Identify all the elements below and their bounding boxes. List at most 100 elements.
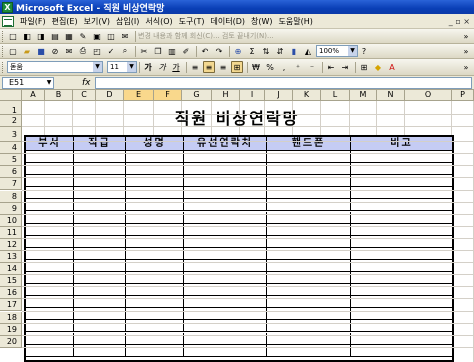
chevron-down-icon[interactable]: ▼ bbox=[93, 62, 102, 72]
row-header[interactable]: 10 bbox=[0, 214, 22, 227]
align-left-icon[interactable]: ≡ bbox=[189, 61, 201, 73]
undo-icon[interactable]: ↶ bbox=[199, 45, 211, 57]
comma-style-icon[interactable]: , bbox=[278, 61, 290, 73]
select-all-corner[interactable] bbox=[0, 90, 22, 101]
align-center-icon[interactable]: ≡ bbox=[203, 61, 215, 73]
column-header[interactable]: M bbox=[350, 90, 377, 101]
toolbar-options-icon[interactable]: » bbox=[460, 45, 472, 57]
percent-icon[interactable]: % bbox=[264, 61, 276, 73]
print-icon[interactable]: ⎙ bbox=[77, 45, 89, 57]
toolbar-grip[interactable] bbox=[2, 30, 5, 42]
column-header[interactable]: C bbox=[73, 90, 96, 101]
fill-color-icon[interactable]: ◆ bbox=[372, 61, 384, 73]
menu-data[interactable]: 데이터(D) bbox=[208, 16, 248, 27]
toolbar-options-icon[interactable]: » bbox=[460, 61, 472, 73]
column-header[interactable]: J bbox=[265, 90, 293, 101]
row-header[interactable]: 9 bbox=[0, 202, 22, 215]
previous-comment-icon[interactable]: ◧ bbox=[21, 30, 33, 42]
sort-descending-icon[interactable]: ⇵ bbox=[274, 45, 286, 57]
table-header-cell[interactable]: 성명 bbox=[126, 137, 184, 151]
format-painter-icon[interactable]: ✐ bbox=[180, 45, 192, 57]
open-icon[interactable]: ▰ bbox=[21, 45, 33, 57]
column-header[interactable]: A bbox=[22, 90, 45, 101]
window-controls[interactable]: _ ▫ × bbox=[449, 17, 474, 26]
chevron-down-icon[interactable]: ▼ bbox=[348, 46, 357, 56]
new-icon[interactable]: ▢ bbox=[7, 45, 19, 57]
column-header[interactable]: D bbox=[96, 90, 124, 101]
chevron-down-icon[interactable]: ▼ bbox=[45, 78, 53, 88]
email-icon[interactable]: ✉ bbox=[63, 45, 75, 57]
function-icon[interactable]: fx bbox=[82, 78, 91, 88]
row-header[interactable]: 12 bbox=[0, 238, 22, 251]
column-header[interactable]: G bbox=[182, 90, 212, 101]
font-color-icon[interactable]: A bbox=[386, 61, 398, 73]
menu-tools[interactable]: 도구(T) bbox=[176, 16, 208, 27]
permission-icon[interactable]: ⊘ bbox=[49, 45, 61, 57]
print-preview-icon[interactable]: ◰ bbox=[91, 45, 103, 57]
merge-center-icon[interactable]: ⊞ bbox=[231, 61, 243, 73]
create-task-icon[interactable]: ▣ bbox=[91, 30, 103, 42]
name-box[interactable]: E51 ▼ bbox=[2, 76, 54, 89]
cut-icon[interactable]: ✂ bbox=[138, 45, 150, 57]
currency-icon[interactable]: ₩ bbox=[250, 61, 262, 73]
delete-comment-icon[interactable]: ✎ bbox=[77, 30, 89, 42]
help-icon[interactable]: ? bbox=[358, 45, 370, 57]
font-size-select[interactable]: 11 ▼ bbox=[107, 61, 137, 73]
table-header-cell[interactable]: 핸드폰 bbox=[267, 137, 351, 151]
toolbar-grip[interactable] bbox=[2, 61, 5, 73]
zoom-select[interactable]: 100% ▼ bbox=[316, 45, 358, 57]
row-header[interactable]: 18 bbox=[0, 311, 22, 324]
decrease-decimal-icon[interactable]: ⁻ bbox=[306, 61, 318, 73]
chevron-down-icon[interactable]: ▼ bbox=[127, 62, 136, 72]
column-header[interactable]: O bbox=[405, 90, 452, 101]
column-header[interactable]: E bbox=[124, 90, 154, 101]
table-header-cell[interactable]: 유선연락처 bbox=[184, 137, 267, 151]
column-header[interactable]: I bbox=[240, 90, 265, 101]
next-comment-icon[interactable]: ◨ bbox=[35, 30, 47, 42]
menu-insert[interactable]: 삽입(I) bbox=[113, 16, 142, 27]
row-header[interactable]: 15 bbox=[0, 275, 22, 288]
italic-button[interactable]: 가 bbox=[156, 61, 168, 73]
increase-indent-icon[interactable]: ⇥ bbox=[339, 61, 351, 73]
row-header[interactable]: 11 bbox=[0, 226, 22, 239]
column-header[interactable]: N bbox=[377, 90, 405, 101]
send-icon[interactable]: ✉ bbox=[119, 30, 131, 42]
toolbar-options-icon[interactable]: » bbox=[460, 30, 472, 42]
row-header[interactable]: 19 bbox=[0, 323, 22, 336]
hyperlink-icon[interactable]: ⊕ bbox=[232, 45, 244, 57]
row-header[interactable]: 17 bbox=[0, 299, 22, 312]
chart-wizard-icon[interactable]: ▮ bbox=[288, 45, 300, 57]
menu-file[interactable]: 파일(F) bbox=[17, 16, 49, 27]
row-header[interactable]: 20 bbox=[0, 335, 22, 348]
table-header-cell[interactable]: 비고 bbox=[351, 137, 452, 151]
bold-button[interactable]: 가 bbox=[142, 61, 154, 73]
row-header[interactable]: 14 bbox=[0, 263, 22, 276]
row-header[interactable]: 8 bbox=[0, 190, 22, 203]
increase-decimal-icon[interactable]: ⁺ bbox=[292, 61, 304, 73]
spelling-icon[interactable]: ✓ bbox=[105, 45, 117, 57]
row-header[interactable]: 3 bbox=[0, 127, 22, 143]
row-header[interactable]: 7 bbox=[0, 178, 22, 191]
drawing-icon[interactable]: ◭ bbox=[302, 45, 314, 57]
sort-ascending-icon[interactable]: ⇅ bbox=[260, 45, 272, 57]
row-header[interactable]: 1 bbox=[0, 101, 22, 115]
menu-help[interactable]: 도움말(H) bbox=[276, 16, 316, 27]
toolbar-grip[interactable] bbox=[2, 45, 5, 57]
table-header-cell[interactable]: 직급 bbox=[74, 137, 126, 151]
row-header[interactable]: 4 bbox=[0, 142, 22, 155]
research-icon[interactable]: ⌕ bbox=[119, 45, 131, 57]
column-header[interactable]: L bbox=[321, 90, 350, 101]
menu-edit[interactable]: 편집(E) bbox=[49, 16, 81, 27]
show-all-comments-icon[interactable]: ▦ bbox=[63, 30, 75, 42]
row-header[interactable]: 2 bbox=[0, 115, 22, 128]
borders-icon[interactable]: ⊞ bbox=[358, 61, 370, 73]
column-header[interactable]: K bbox=[293, 90, 321, 101]
new-comment-icon[interactable]: □ bbox=[7, 30, 19, 42]
formula-input[interactable] bbox=[94, 76, 472, 89]
font-select[interactable]: 돋움 ▼ bbox=[7, 61, 103, 73]
column-header[interactable]: F bbox=[154, 90, 182, 101]
row-header[interactable]: 6 bbox=[0, 166, 22, 179]
row-header[interactable]: 16 bbox=[0, 287, 22, 300]
workbook-icon[interactable] bbox=[2, 15, 14, 27]
table-header-cell[interactable]: 부서 bbox=[26, 137, 74, 151]
